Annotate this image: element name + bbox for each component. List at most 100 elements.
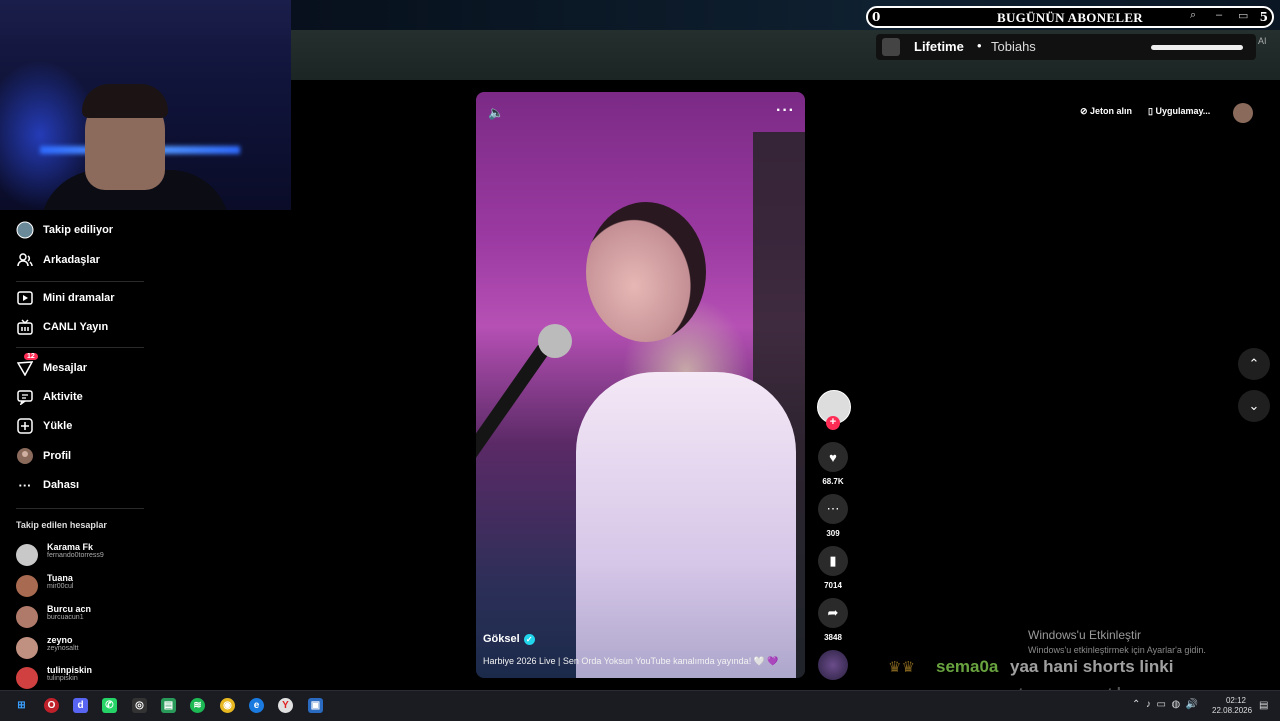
chat-badge-icons: ♛♛ xyxy=(888,659,915,676)
followed-account[interactable]: zeyno zeynosaltt xyxy=(16,635,156,661)
system-tray-icons[interactable]: ⌃ ♪ ▭ ◍ 🔊 xyxy=(1132,699,1198,710)
opera-icon[interactable]: O xyxy=(44,698,59,713)
sidebar-item-activity[interactable]: Aktivite xyxy=(16,388,83,406)
sidebar-divider xyxy=(16,508,144,509)
mini-drama-icon xyxy=(16,289,34,307)
share-count: 3848 xyxy=(824,633,842,642)
subs-title: BUGÜNÜN ABONELER xyxy=(996,10,1144,25)
followed-account[interactable]: tulinpiskin tulinpiskin xyxy=(16,665,156,691)
account-name: Burcu acn xyxy=(47,604,92,614)
video-author[interactable]: Göksel ✓ xyxy=(483,633,535,645)
video-player[interactable] xyxy=(476,92,805,678)
account-handle: fernando0torress9 xyxy=(47,552,104,559)
sidebar-item-mini-drama[interactable]: Mini dramalar xyxy=(16,289,115,307)
like-button[interactable]: ♥ 68.7K xyxy=(817,442,849,486)
get-app-label: Uygulamay... xyxy=(1155,106,1211,116)
account-handle: zeynosaltt xyxy=(47,645,79,652)
save-count: 7014 xyxy=(824,581,842,590)
lifetime-progress-bar xyxy=(1151,45,1243,50)
live-icon xyxy=(16,318,34,336)
sidebar-divider xyxy=(16,281,144,282)
bookmark-icon: ▮ xyxy=(818,546,848,576)
friends-icon xyxy=(16,251,34,269)
user-avatar[interactable] xyxy=(1233,103,1253,123)
volume-icon[interactable]: 🔈 xyxy=(488,105,504,121)
like-count: 68.7K xyxy=(822,477,844,486)
verified-icon: ✓ xyxy=(523,633,535,645)
notification-icon[interactable]: ▤ xyxy=(1259,700,1268,711)
comment-button[interactable]: ⋯ 309 xyxy=(817,494,849,538)
followed-accounts-title: Takip edilen hesaplar xyxy=(16,520,107,530)
account-avatar xyxy=(16,575,38,597)
lifetime-label: Lifetime xyxy=(914,39,964,54)
account-avatar xyxy=(16,637,38,659)
app-icon[interactable]: ▤ xyxy=(161,698,176,713)
lifetime-name: Tobiahs xyxy=(991,39,1036,54)
sidebar-item-profile[interactable]: Profil xyxy=(16,447,71,465)
account-handle: tulinpiskin xyxy=(47,675,78,682)
sidebar-item-more[interactable]: ··· Dahası xyxy=(16,476,80,494)
yandex-icon[interactable]: Y xyxy=(278,698,293,713)
chevron-down-icon: ⌄ xyxy=(1248,398,1260,413)
comment-count: 309 xyxy=(826,529,840,538)
sidebar-item-live[interactable]: CANLI Yayın xyxy=(16,318,108,336)
windows-activation-title: Windows'u Etkinleştir xyxy=(1028,628,1141,642)
following-avatar-icon xyxy=(16,221,34,239)
spotify-icon[interactable]: ≋ xyxy=(190,698,205,713)
account-avatar xyxy=(16,606,38,628)
share-icon: ➦ xyxy=(818,598,848,628)
edge-icon[interactable]: e xyxy=(249,698,264,713)
sidebar-item-label: Arkadaşlar xyxy=(43,254,100,266)
sidebar-item-messages[interactable]: 12 Mesajlar xyxy=(16,353,88,377)
music-disc-icon[interactable] xyxy=(818,650,848,680)
sidebar-item-label: Mesajlar xyxy=(43,362,88,374)
get-coins-label: Jeton alın xyxy=(1090,106,1133,116)
messages-icon: 12 xyxy=(16,353,38,377)
sidebar-item-upload[interactable]: Yükle xyxy=(16,417,72,435)
account-avatar xyxy=(16,667,38,689)
next-video-button[interactable]: ⌄ xyxy=(1238,390,1270,422)
account-name: Karama Fk xyxy=(47,542,94,552)
get-coins-link[interactable]: ⊘ Jeton alın xyxy=(1080,106,1132,117)
chat-username: sema0a xyxy=(936,657,999,676)
clock-date[interactable]: 22.08.2026 xyxy=(1212,706,1252,715)
minimize-icon[interactable]: – xyxy=(1216,9,1222,21)
share-button[interactable]: ➦ 3848 xyxy=(817,598,849,642)
get-app-link[interactable]: ▯ Uygulamay... xyxy=(1148,106,1210,117)
lifetime-widget: Lifetime • Tobiahs xyxy=(876,34,1256,60)
chrome-icon[interactable]: ◉ xyxy=(220,698,235,713)
discord-icon[interactable]: d xyxy=(73,698,88,713)
whatsapp-icon[interactable]: ✆ xyxy=(102,698,117,713)
author-name: Göksel xyxy=(483,633,520,645)
profile-avatar-icon xyxy=(16,447,34,465)
search-icon[interactable]: ⌕ xyxy=(1190,9,1196,22)
more-dots-icon: ··· xyxy=(18,477,32,493)
windows-start-icon[interactable]: ⊞ xyxy=(14,698,29,713)
obs-icon[interactable]: ◎ xyxy=(132,698,147,713)
maximize-icon[interactable]: ▭ xyxy=(1238,9,1248,22)
subscriber-goal-bar: 0 BUGÜNÜN ABONELER 5 xyxy=(866,6,1274,28)
heart-icon: ♥ xyxy=(818,442,848,472)
video-caption: Harbiye 2026 Live | Sen Orda Yoksun YouT… xyxy=(483,656,779,666)
subs-goal: 5 xyxy=(1259,10,1268,24)
sidebar-item-friends[interactable]: Arkadaşlar xyxy=(16,251,100,269)
sidebar-item-label: Aktivite xyxy=(43,391,83,403)
sidebar-item-label: Yükle xyxy=(43,420,73,432)
follow-plus-icon[interactable]: + xyxy=(826,416,840,430)
more-options-icon[interactable]: ··· xyxy=(776,102,795,120)
clock-time[interactable]: 02:12 xyxy=(1218,696,1254,705)
save-button[interactable]: ▮ 7014 xyxy=(817,546,849,590)
webcam-feed xyxy=(0,0,291,210)
followed-account[interactable]: Burcu acn burcuacun1 xyxy=(16,604,156,630)
chat-message-line: yaa hani shorts linki xyxy=(1010,657,1174,676)
sidebar-item-label: CANLI Yayın xyxy=(43,321,109,333)
sidebar-item-following[interactable]: Takip ediliyor xyxy=(16,221,113,239)
explorer-icon[interactable]: ▣ xyxy=(308,698,323,713)
account-name: zeyno xyxy=(47,635,73,645)
chevron-up-icon: ⌃ xyxy=(1248,356,1260,371)
ai-label: AI xyxy=(1258,36,1267,46)
followed-account[interactable]: Tuana mir00cul xyxy=(16,573,156,599)
sidebar-item-label: Takip ediliyor xyxy=(43,224,114,236)
previous-video-button[interactable]: ⌃ xyxy=(1238,348,1270,380)
followed-account[interactable]: Karama Fk fernando0torress9 xyxy=(16,542,156,568)
